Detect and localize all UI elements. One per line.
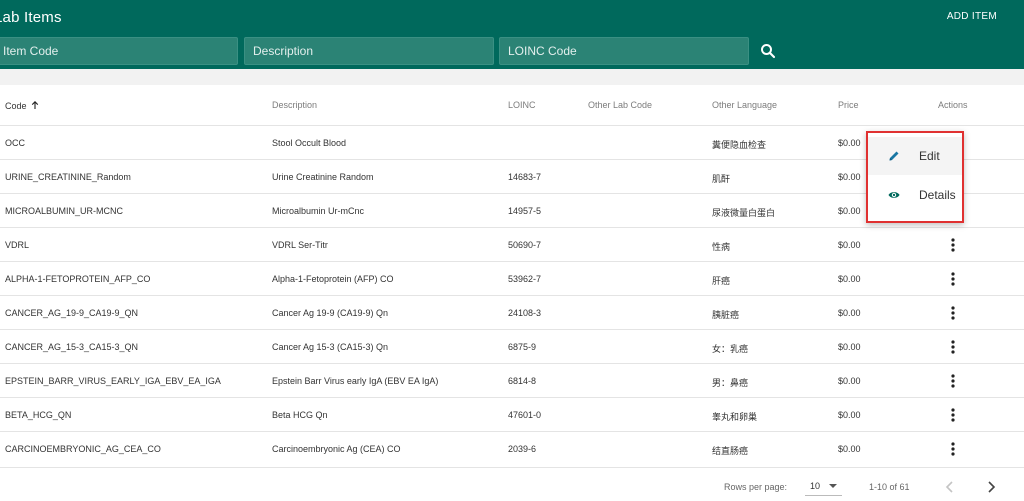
cell-loinc: 50690-7: [508, 240, 542, 250]
more-vert-icon[interactable]: [945, 237, 961, 253]
table-row[interactable]: EPSTEIN_BARR_VIRUS_EARLY_IGA_EBV_EA_IGA …: [0, 363, 1024, 397]
cell-description: Cancer Ag 15-3 (CA15-3) Qn: [272, 342, 389, 352]
rows-per-page-value: 10: [810, 481, 821, 491]
more-vert-icon[interactable]: [945, 407, 961, 423]
column-header-price[interactable]: Price: [838, 100, 859, 110]
cell-code: CANCER_AG_15-3_CA15-3_QN: [5, 342, 139, 352]
cell-description: VDRL Ser-Titr: [272, 240, 328, 250]
more-vert-icon[interactable]: [945, 441, 961, 457]
description-input[interactable]: [244, 37, 494, 65]
details-menu-item[interactable]: Details: [868, 176, 962, 214]
chevron-left-icon[interactable]: [942, 479, 958, 495]
cell-code: CANCER_AG_19-9_CA19-9_QN: [5, 308, 139, 318]
edit-label: Edit: [919, 149, 940, 163]
cell-description: Beta HCG Qn: [272, 410, 328, 420]
table-row[interactable]: BETA_HCG_QN Beta HCG Qn 47601-0 睾丸和卵巢 $0…: [0, 397, 1024, 431]
column-header-code-label: Code: [5, 101, 27, 111]
cell-price: $0.00: [838, 172, 861, 182]
cell-other-language: 结直肠癌: [712, 447, 749, 457]
cell-price: $0.00: [838, 308, 861, 318]
more-vert-icon[interactable]: [945, 339, 961, 355]
cell-other-language: 女：乳癌: [712, 345, 749, 355]
column-header-description[interactable]: Description: [272, 100, 317, 110]
cell-code: VDRL: [5, 240, 30, 250]
cell-code: URINE_CREATININE_Random: [5, 172, 131, 182]
cell-description: Urine Creatinine Random: [272, 172, 374, 182]
table-row[interactable]: ALPHA-1-FETOPROTEIN_AFP_CO Alpha-1-Fetop…: [0, 261, 1024, 295]
cell-price: $0.00: [838, 444, 861, 454]
column-header-loinc[interactable]: LOINC: [508, 100, 536, 110]
cell-code: OCC: [5, 138, 25, 148]
cell-code: BETA_HCG_QN: [5, 410, 72, 420]
rows-per-page-select[interactable]: 10: [805, 476, 842, 496]
cell-price: $0.00: [838, 342, 861, 352]
cell-loinc: 6875-9: [508, 342, 537, 352]
add-item-button[interactable]: ADD ITEM: [947, 11, 997, 22]
column-header-actions: Actions: [938, 100, 968, 110]
pagination-range: 1-10 of 61: [869, 482, 910, 492]
cell-description: Alpha-1-Fetoprotein (AFP) CO: [272, 274, 394, 284]
table-row[interactable]: CANCER_AG_15-3_CA15-3_QN Cancer Ag 15-3 …: [0, 329, 1024, 363]
cell-loinc: 24108-3: [508, 308, 542, 318]
cell-other-language: 肝癌: [712, 277, 731, 287]
cell-loinc: 14957-5: [508, 206, 542, 216]
cell-other-language: 糞便隐血检查: [712, 141, 767, 151]
table-row[interactable]: CANCER_AG_19-9_CA19-9_QN Cancer Ag 19-9 …: [0, 295, 1024, 329]
table-row[interactable]: VDRL VDRL Ser-Titr 50690-7 性病 $0.00: [0, 227, 1024, 261]
cell-description: Cancer Ag 19-9 (CA19-9) Qn: [272, 308, 389, 318]
cell-other-language: 男：鼻癌: [712, 379, 749, 389]
arrow-up-icon: [31, 101, 39, 109]
table-footer-divider: [0, 467, 1024, 468]
cell-other-language: 性病: [712, 243, 731, 253]
cell-code: MICROALBUMIN_UR-MCNC: [5, 206, 124, 216]
edit-menu-item[interactable]: Edit: [868, 137, 962, 175]
column-header-code[interactable]: Code: [5, 100, 39, 111]
cell-code: EPSTEIN_BARR_VIRUS_EARLY_IGA_EBV_EA_IGA: [5, 376, 221, 386]
more-vert-icon[interactable]: [945, 305, 961, 321]
pencil-icon: [889, 151, 899, 161]
cell-price: $0.00: [838, 410, 861, 420]
eye-icon: [888, 192, 900, 198]
cell-description: Stool Occult Blood: [272, 138, 347, 148]
cell-other-language: 胰脏癌: [712, 311, 740, 321]
cell-loinc: 2039-6: [508, 444, 537, 454]
cell-price: $0.00: [838, 240, 861, 250]
more-vert-icon[interactable]: [945, 373, 961, 389]
chevron-right-icon[interactable]: [983, 479, 999, 495]
cell-description: Carcinoembryonic Ag (CEA) CO: [272, 444, 401, 454]
cell-loinc: 53962-7: [508, 274, 542, 284]
cell-other-language: 尿液微量白蛋白: [712, 209, 776, 219]
cell-description: Epstein Barr Virus early IgA (EBV EA IgA…: [272, 376, 439, 386]
cell-price: $0.00: [838, 376, 861, 386]
row-actions-menu: Edit Details: [866, 131, 964, 223]
loinc-code-input[interactable]: [499, 37, 749, 65]
details-label: Details: [919, 188, 956, 202]
caret-down-icon: [829, 484, 837, 488]
app-header: Lab Items ADD ITEM: [0, 0, 1024, 69]
cell-price: $0.00: [838, 138, 861, 148]
rows-per-page-label: Rows per page:: [724, 482, 788, 492]
column-header-other-lab-code[interactable]: Other Lab Code: [588, 100, 652, 110]
cell-other-language: 睾丸和卵巢: [712, 413, 758, 423]
cell-price: $0.00: [838, 206, 861, 216]
cell-code: CARCINOEMBRYONIC_AG_CEA_CO: [5, 444, 161, 454]
search-icon[interactable]: [759, 42, 777, 60]
cell-other-language: 肌酐: [712, 175, 731, 185]
cell-code: ALPHA-1-FETOPROTEIN_AFP_CO: [5, 274, 151, 284]
page-title: Lab Items: [0, 9, 62, 26]
table-row[interactable]: CARCINOEMBRYONIC_AG_CEA_CO Carcinoembryo…: [0, 431, 1024, 465]
cell-loinc: 14683-7: [508, 172, 542, 182]
cell-loinc: 6814-8: [508, 376, 537, 386]
cell-description: Microalbumin Ur-mCnc: [272, 206, 365, 216]
item-code-input[interactable]: [0, 37, 238, 65]
cell-loinc: 47601-0: [508, 410, 542, 420]
cell-price: $0.00: [838, 274, 861, 284]
more-vert-icon[interactable]: [945, 271, 961, 287]
column-header-other-language[interactable]: Other Language: [712, 100, 777, 110]
